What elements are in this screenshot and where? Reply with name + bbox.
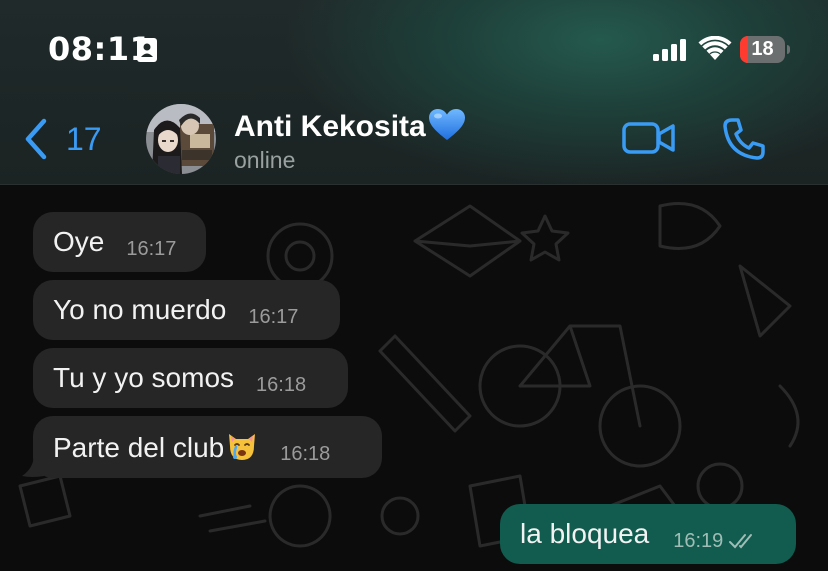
back-chevron-icon [25, 118, 47, 160]
contact-name-text: Anti Kekosita [234, 110, 426, 143]
message-bubble-incoming[interactable]: Parte del club 16:18 [33, 416, 382, 478]
message-time: 16:18 [256, 373, 307, 396]
top-bar: 08:11 18 17 Anti Kekosita online [0, 0, 828, 185]
message-bubble-outgoing[interactable]: la bloquea 16:19 [500, 504, 796, 564]
crying-cat-face-icon [229, 434, 256, 460]
status-bar: 08:11 18 [0, 0, 828, 100]
message-time: 16:17 [126, 237, 177, 260]
back-button[interactable]: 17 [22, 116, 102, 162]
message-text: Parte del club [53, 432, 225, 463]
unread-count: 17 [66, 120, 102, 157]
focus-id-icon [137, 38, 157, 62]
contact-status: online [234, 147, 296, 173]
battery-level: 18 [751, 38, 774, 60]
message-time: 16:18 [280, 442, 331, 465]
avatar-image [146, 104, 216, 174]
message-bubble-incoming[interactable]: Tu y yo somos 16:18 [33, 348, 348, 408]
battery-tip [787, 45, 790, 54]
cellular-signal-icon [653, 39, 686, 61]
video-camera-icon[interactable] [622, 120, 676, 156]
chat-area[interactable]: Oye 16:17 Yo no muerdo 16:17 Tu y yo som… [0, 186, 828, 571]
read-ticks-icon [729, 534, 753, 549]
phone-icon[interactable] [722, 117, 766, 161]
avatar[interactable] [146, 104, 216, 174]
message-text: la bloquea [520, 518, 650, 549]
battery-icon: 18 [740, 36, 790, 63]
contact-name[interactable]: Anti Kekosita [234, 108, 466, 144]
message-text-with-emoji: Parte del club [53, 430, 258, 464]
message-text: Yo no muerdo [53, 294, 227, 325]
message-bubble-incoming[interactable]: Yo no muerdo 16:17 [33, 280, 340, 340]
message-bubble-incoming[interactable]: Oye 16:17 [33, 212, 206, 272]
message-text: Tu y yo somos [53, 362, 235, 393]
message-text: Oye [53, 226, 105, 257]
message-time: 16:17 [248, 305, 299, 328]
blue-heart-icon [428, 109, 465, 140]
chat-header: 17 Anti Kekosita online [0, 100, 828, 185]
wifi-icon [698, 36, 732, 60]
message-time: 16:19 [673, 529, 724, 552]
battery-body: 18 [740, 36, 785, 63]
